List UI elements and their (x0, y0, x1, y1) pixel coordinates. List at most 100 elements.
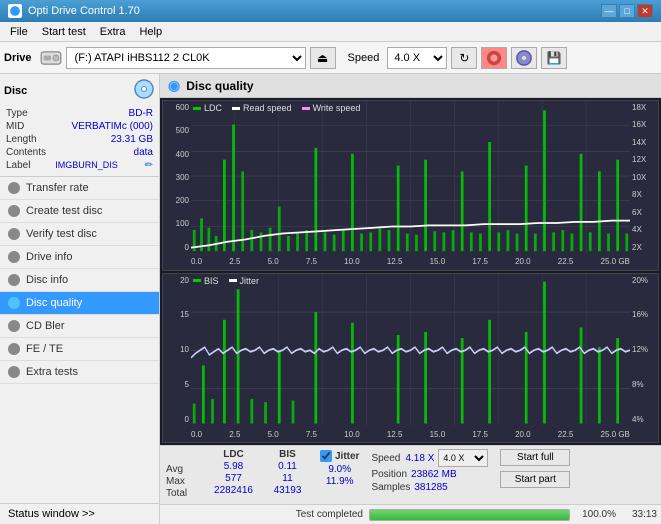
sidebar-item-verify-test-disc[interactable]: Verify test disc (0, 223, 159, 246)
status-text: Test completed (164, 509, 363, 520)
disc-contents-row: Contents data (4, 146, 155, 159)
disc-mid-value: VERBATIMc (000) (72, 121, 154, 132)
nav-dot (8, 228, 20, 240)
nav-label-disc-info: Disc info (26, 274, 68, 286)
stats-ldc-header: LDC (206, 449, 261, 460)
stats-labels-col: Avg Max Total (166, 449, 196, 499)
stat-total-label: Total (166, 488, 196, 499)
disc-mid-row: MID VERBATIMc (000) (4, 120, 155, 133)
progress-bar-container: Test completed 100.0% 33:13 (160, 504, 661, 524)
chart1-plot (191, 101, 630, 254)
speed-stat-label: Speed (371, 453, 401, 464)
refresh-button[interactable]: ↻ (451, 47, 477, 69)
sidebar-item-create-test-disc[interactable]: Create test disc (0, 200, 159, 223)
disc-type-value: BD-R (129, 108, 153, 119)
close-button[interactable]: ✕ (637, 4, 653, 18)
disc-length-label: Length (6, 134, 37, 145)
speed-label: Speed (348, 52, 380, 64)
stat-ldc-total: 2282416 (206, 485, 261, 496)
chart2-legend: BIS Jitter (193, 276, 259, 286)
sidebar-item-cd-bler[interactable]: CD Bler (0, 315, 159, 338)
sidebar-item-disc-quality[interactable]: Disc quality (0, 292, 159, 315)
eject-button[interactable]: ⏏ (310, 47, 336, 69)
disc-contents-value: data (134, 147, 153, 158)
title-bar: Opti Drive Control 1.70 — □ ✕ (0, 0, 661, 22)
disc-panel: Disc Type BD-R MID VERBATIMc (000) Lengt… (0, 74, 159, 177)
window-controls: — □ ✕ (601, 4, 653, 18)
nav-label-extra-tests: Extra tests (26, 366, 78, 378)
disc-label-value: IMGBURN_DIS (55, 160, 118, 171)
speed-select[interactable]: 4.0 X 1.0 X 2.0 X 8.0 X (387, 47, 447, 69)
chart2-y-left: 20 15 10 5 0 (163, 274, 191, 427)
speed-stat-value: 4.18 X (405, 453, 434, 464)
maximize-button[interactable]: □ (619, 4, 635, 18)
disc-title: Disc (4, 85, 27, 97)
progress-bar (369, 509, 570, 521)
nav-label-fe-te: FE / TE (26, 343, 63, 355)
status-window-label: Status window >> (8, 508, 95, 520)
app-icon (8, 4, 22, 18)
stats-bis-header: BIS (265, 449, 310, 460)
chart1-y-right: 18X 16X 14X 12X 10X 8X 6X 4X 2X (630, 101, 658, 254)
nav-label-create-test-disc: Create test disc (26, 205, 102, 217)
start-part-button[interactable]: Start part (500, 471, 570, 488)
samples-label: Samples (371, 482, 410, 493)
disc-length-value: 23.31 GB (111, 134, 153, 145)
sidebar-item-transfer-rate[interactable]: Transfer rate (0, 177, 159, 200)
nav-label-disc-quality: Disc quality (26, 297, 82, 309)
speed-dropdown[interactable]: 4.0 X 1.0 X 2.0 X (438, 449, 488, 467)
stat-ldc-avg: 5.98 (206, 461, 261, 472)
charts-area: LDC Read speed Write speed 600 500 40 (160, 98, 661, 445)
start-full-button[interactable]: Start full (500, 449, 570, 466)
sidebar-item-drive-info[interactable]: Drive info (0, 246, 159, 269)
chart1-legend: LDC Read speed Write speed (193, 103, 360, 113)
nav-label-drive-info: Drive info (26, 251, 72, 263)
nav-label-transfer-rate: Transfer rate (26, 182, 89, 194)
burn-button[interactable] (481, 47, 507, 69)
chart1-x-axis: 0.0 2.5 5.0 7.5 10.0 12.5 15.0 17.5 20.0… (191, 254, 630, 270)
nav-label-verify-test-disc: Verify test disc (26, 228, 97, 240)
nav-label-cd-bler: CD Bler (26, 320, 65, 332)
disc-label-row: Label IMGBURN_DIS ✏ (4, 159, 155, 172)
disc-edit-icon[interactable]: ✏ (145, 160, 153, 171)
stats-ldc-col: LDC 5.98 577 2282416 (206, 449, 261, 496)
drive-select[interactable]: (F:) ATAPI iHBS112 2 CL0K (66, 47, 306, 69)
position-label: Position (371, 469, 407, 480)
disc-button[interactable] (511, 47, 537, 69)
chart-bis: BIS Jitter 20 15 10 5 0 20 (162, 273, 659, 444)
stat-bis-total: 43193 (265, 485, 310, 496)
stats-bis-col: BIS 0.11 11 43193 (265, 449, 310, 496)
progress-percent: 100.0% (576, 509, 616, 520)
sidebar-item-extra-tests[interactable]: Extra tests (0, 361, 159, 384)
menu-extra[interactable]: Extra (94, 24, 132, 40)
disc-mid-label: MID (6, 121, 24, 132)
nav-dot (8, 251, 20, 263)
nav-dot-active (8, 297, 20, 309)
progress-time: 33:13 (622, 509, 657, 520)
nav-list: Transfer rate Create test disc Verify te… (0, 177, 159, 384)
minimize-button[interactable]: — (601, 4, 617, 18)
nav-dot (8, 205, 20, 217)
nav-dot (8, 182, 20, 194)
sidebar-item-disc-info[interactable]: Disc info (0, 269, 159, 292)
toolbar: Drive (F:) ATAPI iHBS112 2 CL0K ⏏ Speed … (0, 42, 661, 74)
sidebar-item-fe-te[interactable]: FE / TE (0, 338, 159, 361)
status-window-button[interactable]: Status window >> (0, 503, 159, 524)
menu-help[interactable]: Help (133, 24, 168, 40)
nav-dot (8, 320, 20, 332)
drive-label: Drive (4, 52, 32, 64)
disc-contents-label: Contents (6, 147, 46, 158)
menu-file[interactable]: File (4, 24, 34, 40)
stats-jitter-col: Jitter 9.0% 11.9% (320, 449, 359, 501)
jitter-checkbox[interactable] (320, 450, 332, 462)
position-value: 23862 MB (411, 469, 457, 480)
nav-dot (8, 274, 20, 286)
progress-bar-fill (370, 510, 569, 520)
save-button[interactable]: 💾 (541, 47, 567, 69)
menu-start-test[interactable]: Start test (36, 24, 92, 40)
disc-length-row: Length 23.31 GB (4, 133, 155, 146)
stat-jitter-avg: 9.0% (320, 464, 359, 475)
legend-jitter: Jitter (229, 276, 260, 286)
disc-quality-title: Disc quality (186, 79, 253, 93)
legend-read-speed: Read speed (232, 103, 292, 113)
